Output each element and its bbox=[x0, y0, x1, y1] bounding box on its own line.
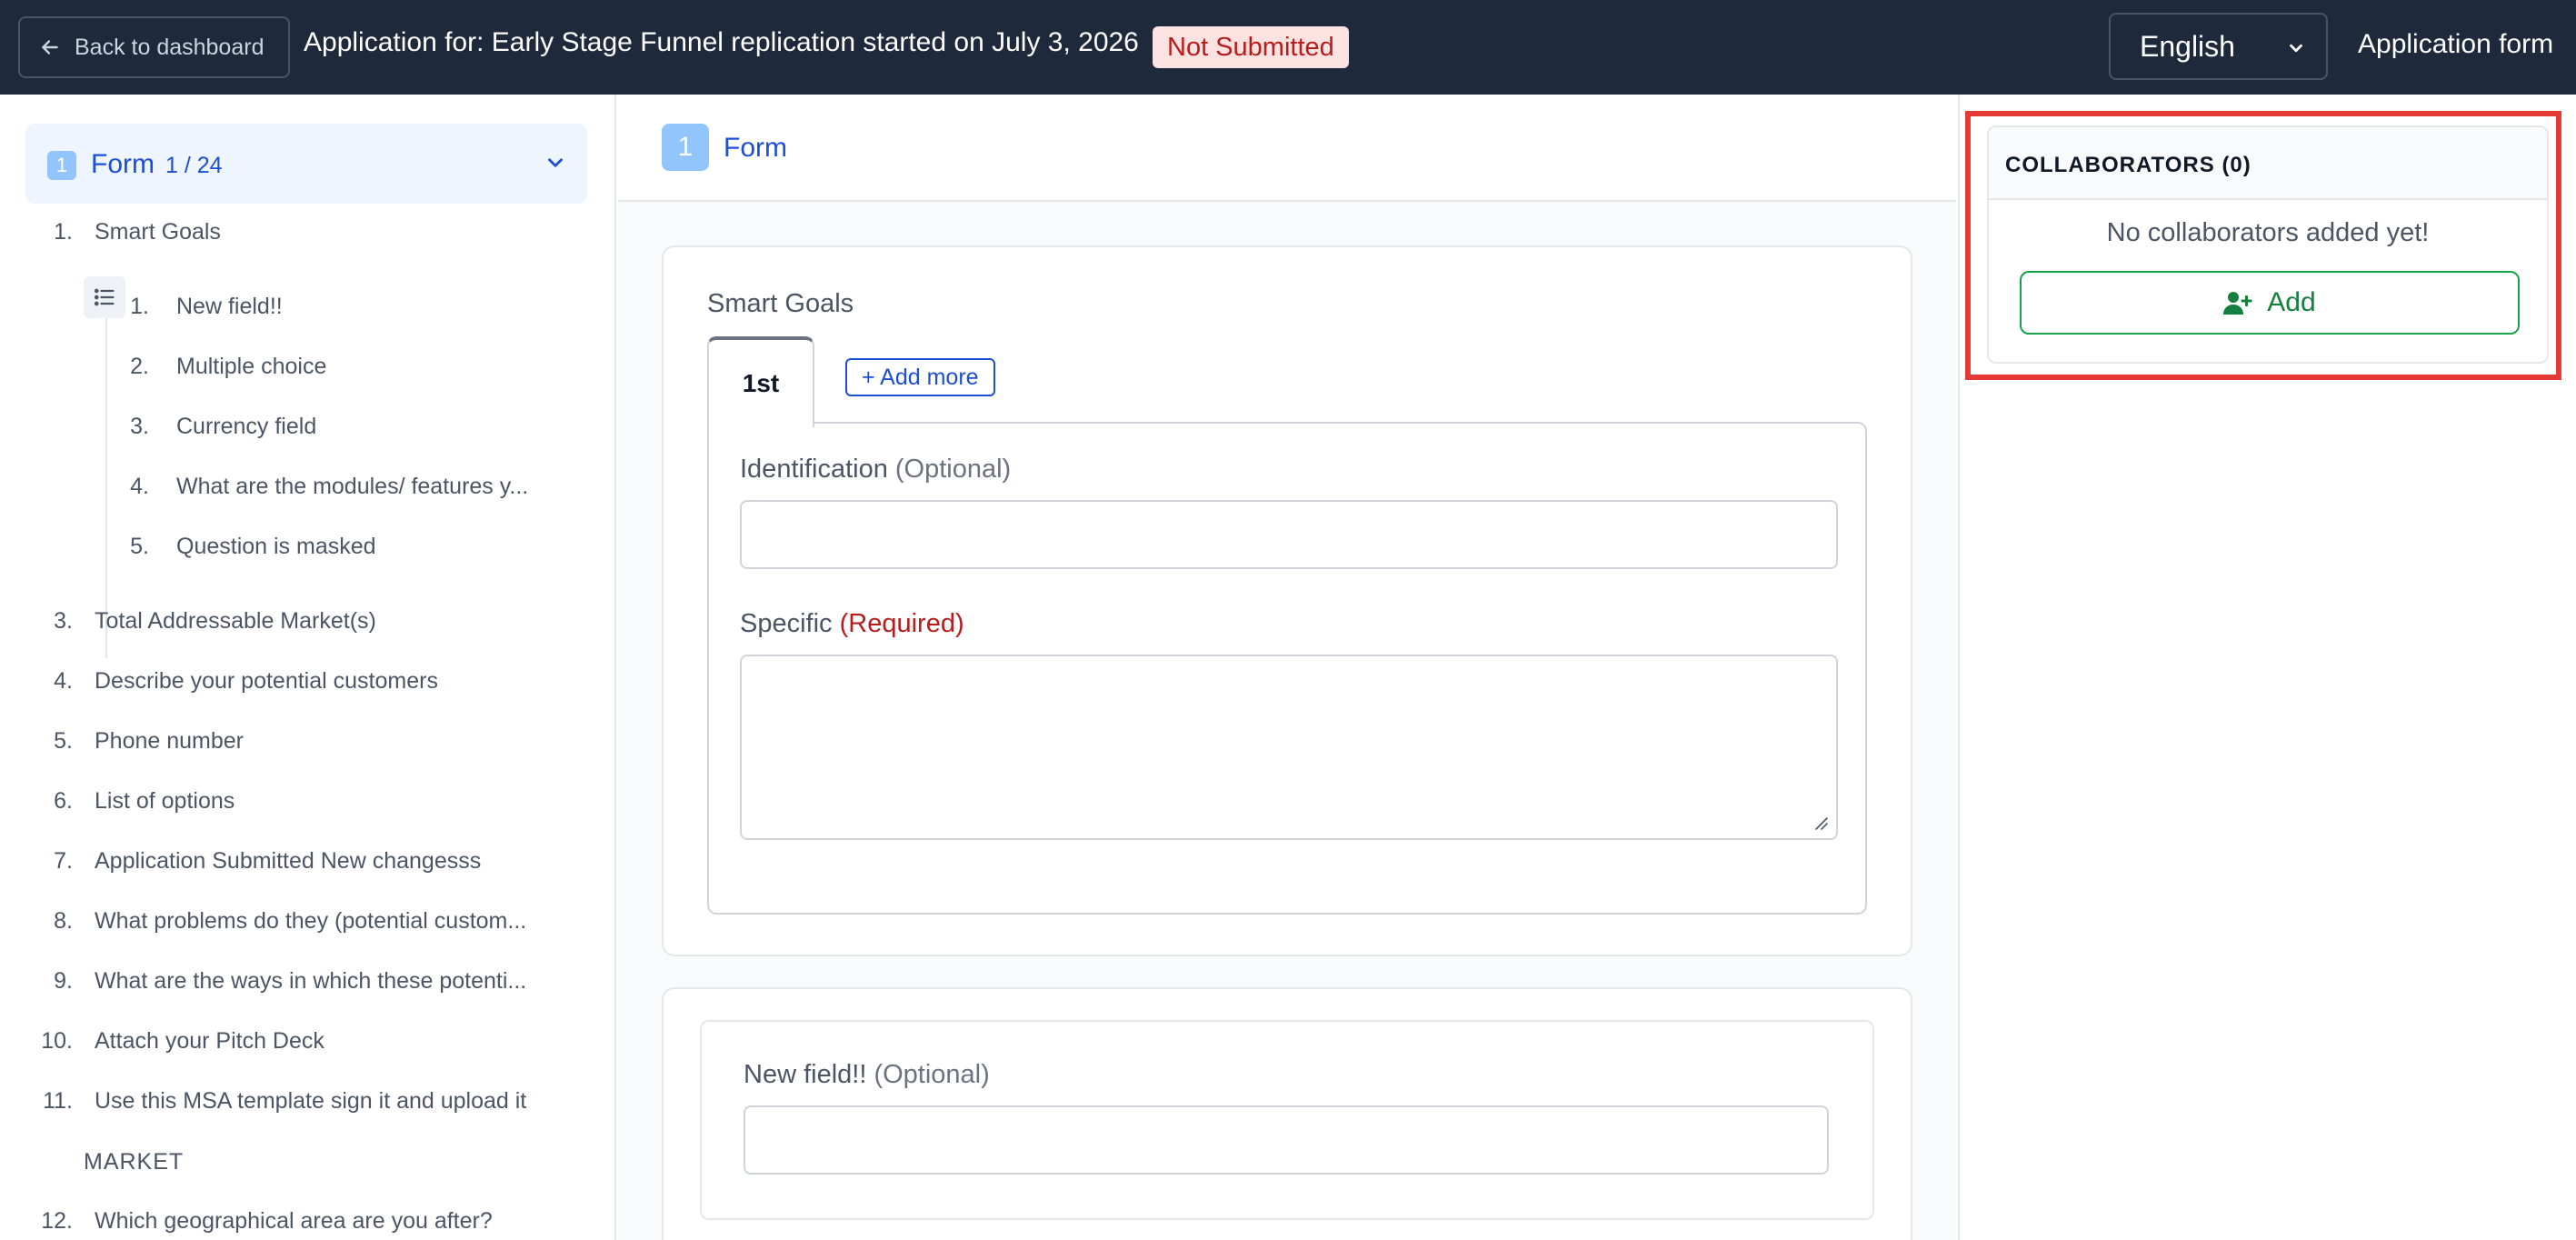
nav-item[interactable]: 4. Describe your potential customers bbox=[29, 668, 438, 695]
nav-sub-item[interactable]: 2. Multiple choice bbox=[118, 354, 326, 380]
nav-item[interactable]: 6. List of options bbox=[29, 788, 235, 815]
section-progress-count: 1 / 24 bbox=[165, 153, 223, 178]
identification-label: Identification (Optional) bbox=[740, 455, 1012, 484]
chevron-down-icon bbox=[2290, 44, 2302, 53]
specific-textarea[interactable] bbox=[740, 655, 1838, 840]
nav-item[interactable]: 5. Phone number bbox=[29, 728, 244, 755]
nav-item[interactable]: 11. Use this MSA template sign it and up… bbox=[29, 1088, 526, 1115]
nav-sub-item[interactable]: 1. New field!! bbox=[118, 294, 283, 320]
smart-goals-card: Smart Goals 1st + Add more Identificatio… bbox=[662, 245, 1912, 956]
application-form-link[interactable]: Application form bbox=[2358, 29, 2553, 60]
top-bar: Back to dashboard Application for: Early… bbox=[0, 0, 2576, 95]
new-field-card: New field!! (Optional) bbox=[662, 987, 1912, 1240]
section-label: Form bbox=[91, 149, 155, 179]
add-more-button[interactable]: + Add more bbox=[845, 358, 995, 396]
highlight-annotation-box bbox=[1965, 111, 2561, 380]
status-badge: Not Submitted bbox=[1153, 26, 1349, 68]
new-field-input[interactable] bbox=[744, 1105, 1829, 1175]
group-title: Smart Goals bbox=[707, 289, 854, 318]
nav-item[interactable]: 9. What are the ways in which these pote… bbox=[29, 968, 526, 995]
section-number-badge: 1 bbox=[47, 151, 76, 180]
sub-items-divider bbox=[105, 285, 107, 658]
back-label: Back to dashboard bbox=[75, 34, 265, 60]
section-number-badge: 1 bbox=[662, 124, 709, 171]
form-content: 1 Form Smart Goals 1st + Add more Identi… bbox=[618, 95, 1956, 1240]
tab-1st[interactable]: 1st bbox=[707, 336, 814, 427]
nav-item-smart-goals[interactable]: 1. Smart Goals bbox=[29, 219, 221, 245]
tab-panel: Identification (Optional) Specific (Requ… bbox=[707, 422, 1867, 915]
nav-item[interactable]: 7. Application Submitted New changesss bbox=[29, 848, 481, 875]
section-header-form[interactable]: 1 Form 1 / 24 bbox=[25, 124, 587, 204]
form-section-header: 1 Form bbox=[618, 95, 1956, 202]
identification-input[interactable] bbox=[740, 500, 1838, 569]
nav-item[interactable]: 10. Attach your Pitch Deck bbox=[29, 1028, 324, 1055]
language-value: English bbox=[2140, 29, 2235, 63]
section-heading-market: MARKET bbox=[84, 1149, 185, 1175]
nav-item[interactable]: 12. Which geographical area are you afte… bbox=[29, 1208, 493, 1235]
new-field-group: New field!! (Optional) bbox=[700, 1020, 1874, 1220]
chevron-down-icon[interactable] bbox=[544, 151, 567, 175]
back-to-dashboard-button[interactable]: Back to dashboard bbox=[18, 16, 290, 78]
arrow-left-icon bbox=[42, 40, 58, 55]
nav-sub-item[interactable]: 4. What are the modules/ features y... bbox=[118, 474, 528, 500]
nav-item[interactable]: 8. What problems do they (potential cust… bbox=[29, 908, 526, 935]
nav-sub-item[interactable]: 5. Question is masked bbox=[118, 534, 375, 560]
nav-item[interactable]: 3. Total Addressable Market(s) bbox=[29, 608, 376, 635]
specific-label: Specific (Required) bbox=[740, 609, 964, 638]
form-navigation-sidebar: 1 Form 1 / 24 1. Smart Goals 1. New fiel… bbox=[0, 95, 616, 1240]
new-field-label: New field!! (Optional) bbox=[744, 1060, 990, 1089]
language-select[interactable]: English bbox=[2109, 13, 2328, 80]
resize-handle-icon[interactable] bbox=[1811, 813, 1829, 831]
section-title: Form bbox=[724, 133, 787, 163]
list-icon bbox=[94, 288, 115, 306]
nav-sub-item[interactable]: 3. Currency field bbox=[118, 414, 316, 440]
application-title: Application for: Early Stage Funnel repl… bbox=[304, 27, 1139, 57]
